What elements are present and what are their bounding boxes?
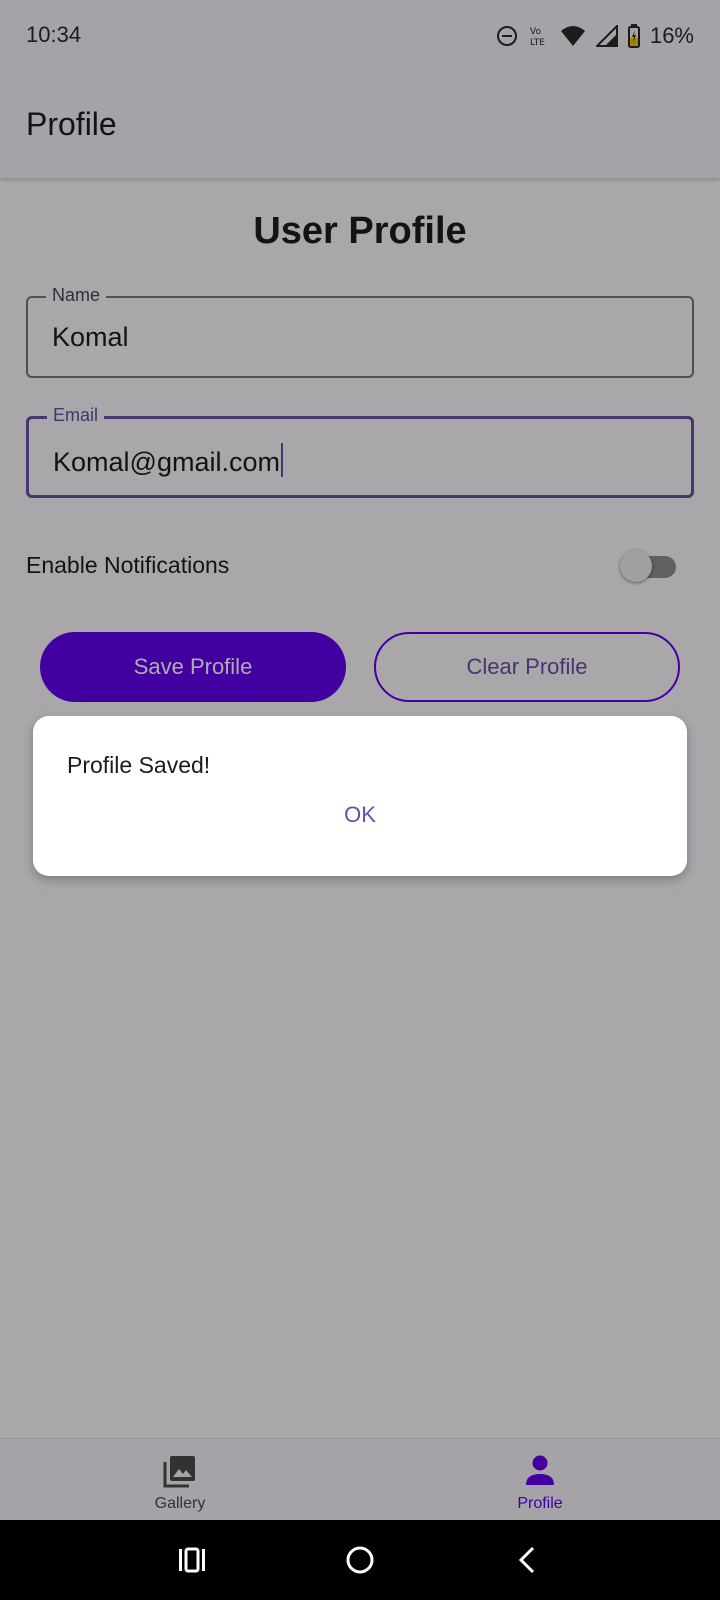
system-navigation-bar — [0, 1520, 720, 1600]
recent-apps-icon[interactable] — [174, 1542, 210, 1578]
dialog-message: Profile Saved! — [67, 752, 211, 778]
back-icon[interactable] — [510, 1542, 546, 1578]
alert-dialog: Profile Saved! OK — [33, 716, 687, 876]
dialog-ok-button[interactable]: OK — [320, 792, 400, 838]
home-icon[interactable] — [342, 1542, 378, 1578]
